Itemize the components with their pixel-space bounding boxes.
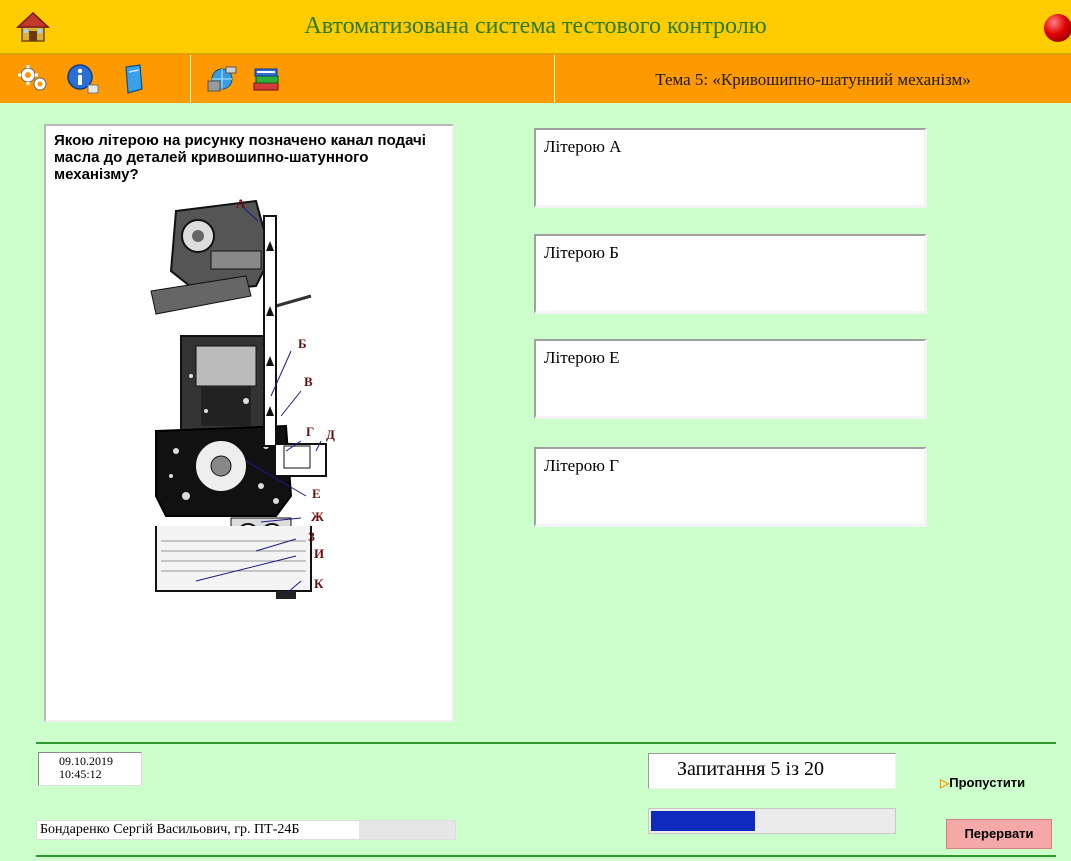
student-field-fill xyxy=(359,821,455,839)
datetime-box: 09.10.2019 10:45:12 xyxy=(38,752,142,786)
answer-option-label: Літерою Е xyxy=(544,348,620,367)
question-text: Якою літерою на рисунку позначено канал … xyxy=(54,132,426,183)
exit-button[interactable] xyxy=(1044,14,1071,42)
abort-button[interactable]: Перервати xyxy=(946,819,1052,849)
time-label: 10:45:12 xyxy=(59,767,102,781)
divider-bottom xyxy=(36,855,1056,857)
answer-option-label: Літерою Б xyxy=(544,243,619,262)
progress-fill xyxy=(651,811,755,831)
student-name: Бондаренко Сергій Васильович, гр. ПТ-24Б xyxy=(40,822,300,837)
book-icon[interactable] xyxy=(118,63,152,95)
play-arrow-icon: ▷ xyxy=(940,776,950,790)
topic-label: Тема 5: «Кривошипно-шатунний механізм» xyxy=(655,70,971,89)
question-counter: Запитання 5 із 20 xyxy=(648,753,896,789)
diagram-label-g: Г xyxy=(306,424,314,439)
skip-button-label: Пропустити xyxy=(949,775,1026,790)
app-title: Автоматизована система тестового контрол… xyxy=(304,13,767,39)
info-icon[interactable] xyxy=(66,63,100,95)
diagram-label-e: Е xyxy=(312,486,321,501)
answer-option-1[interactable]: Літерою А xyxy=(534,128,927,208)
question-panel: Якою літерою на рисунку позначено канал … xyxy=(44,124,454,722)
skip-button[interactable]: ▷Пропустити xyxy=(940,775,1052,805)
toolbar: Тема 5: «Кривошипно-шатунний механізм» xyxy=(0,55,1071,103)
settings-icon[interactable] xyxy=(16,63,50,95)
diagram-label-d: Д xyxy=(326,427,335,442)
diagram-label-v: В xyxy=(304,374,313,389)
title-bar: Автоматизована система тестового контрол… xyxy=(0,0,1071,55)
diagram-label-zh: Ж xyxy=(311,509,324,524)
answer-option-2[interactable]: Літерою Б xyxy=(534,234,927,314)
engine-diagram: А Б В Г Д Е Ж З И К xyxy=(150,196,335,599)
divider-top xyxy=(36,742,1056,744)
diagram-label-z: З xyxy=(308,529,315,544)
toolbar-separator xyxy=(190,55,191,103)
abort-button-label: Перервати xyxy=(964,826,1034,841)
answer-option-label: Літерою Г xyxy=(544,456,620,475)
student-name-field: Бондаренко Сергій Васильович, гр. ПТ-24Б xyxy=(36,820,456,840)
diagram-label-b: Б xyxy=(298,336,307,351)
tools-icon[interactable] xyxy=(206,63,240,95)
answer-option-label: Літерою А xyxy=(544,137,622,156)
diagram-label-y: И xyxy=(314,546,324,561)
books-icon[interactable] xyxy=(250,63,284,95)
answer-option-4[interactable]: Літерою Г xyxy=(534,447,927,527)
diagram-label-k: К xyxy=(314,576,324,591)
progress-bar xyxy=(648,808,896,834)
answer-option-3[interactable]: Літерою Е xyxy=(534,339,927,419)
diagram-label-a: А xyxy=(236,196,246,211)
